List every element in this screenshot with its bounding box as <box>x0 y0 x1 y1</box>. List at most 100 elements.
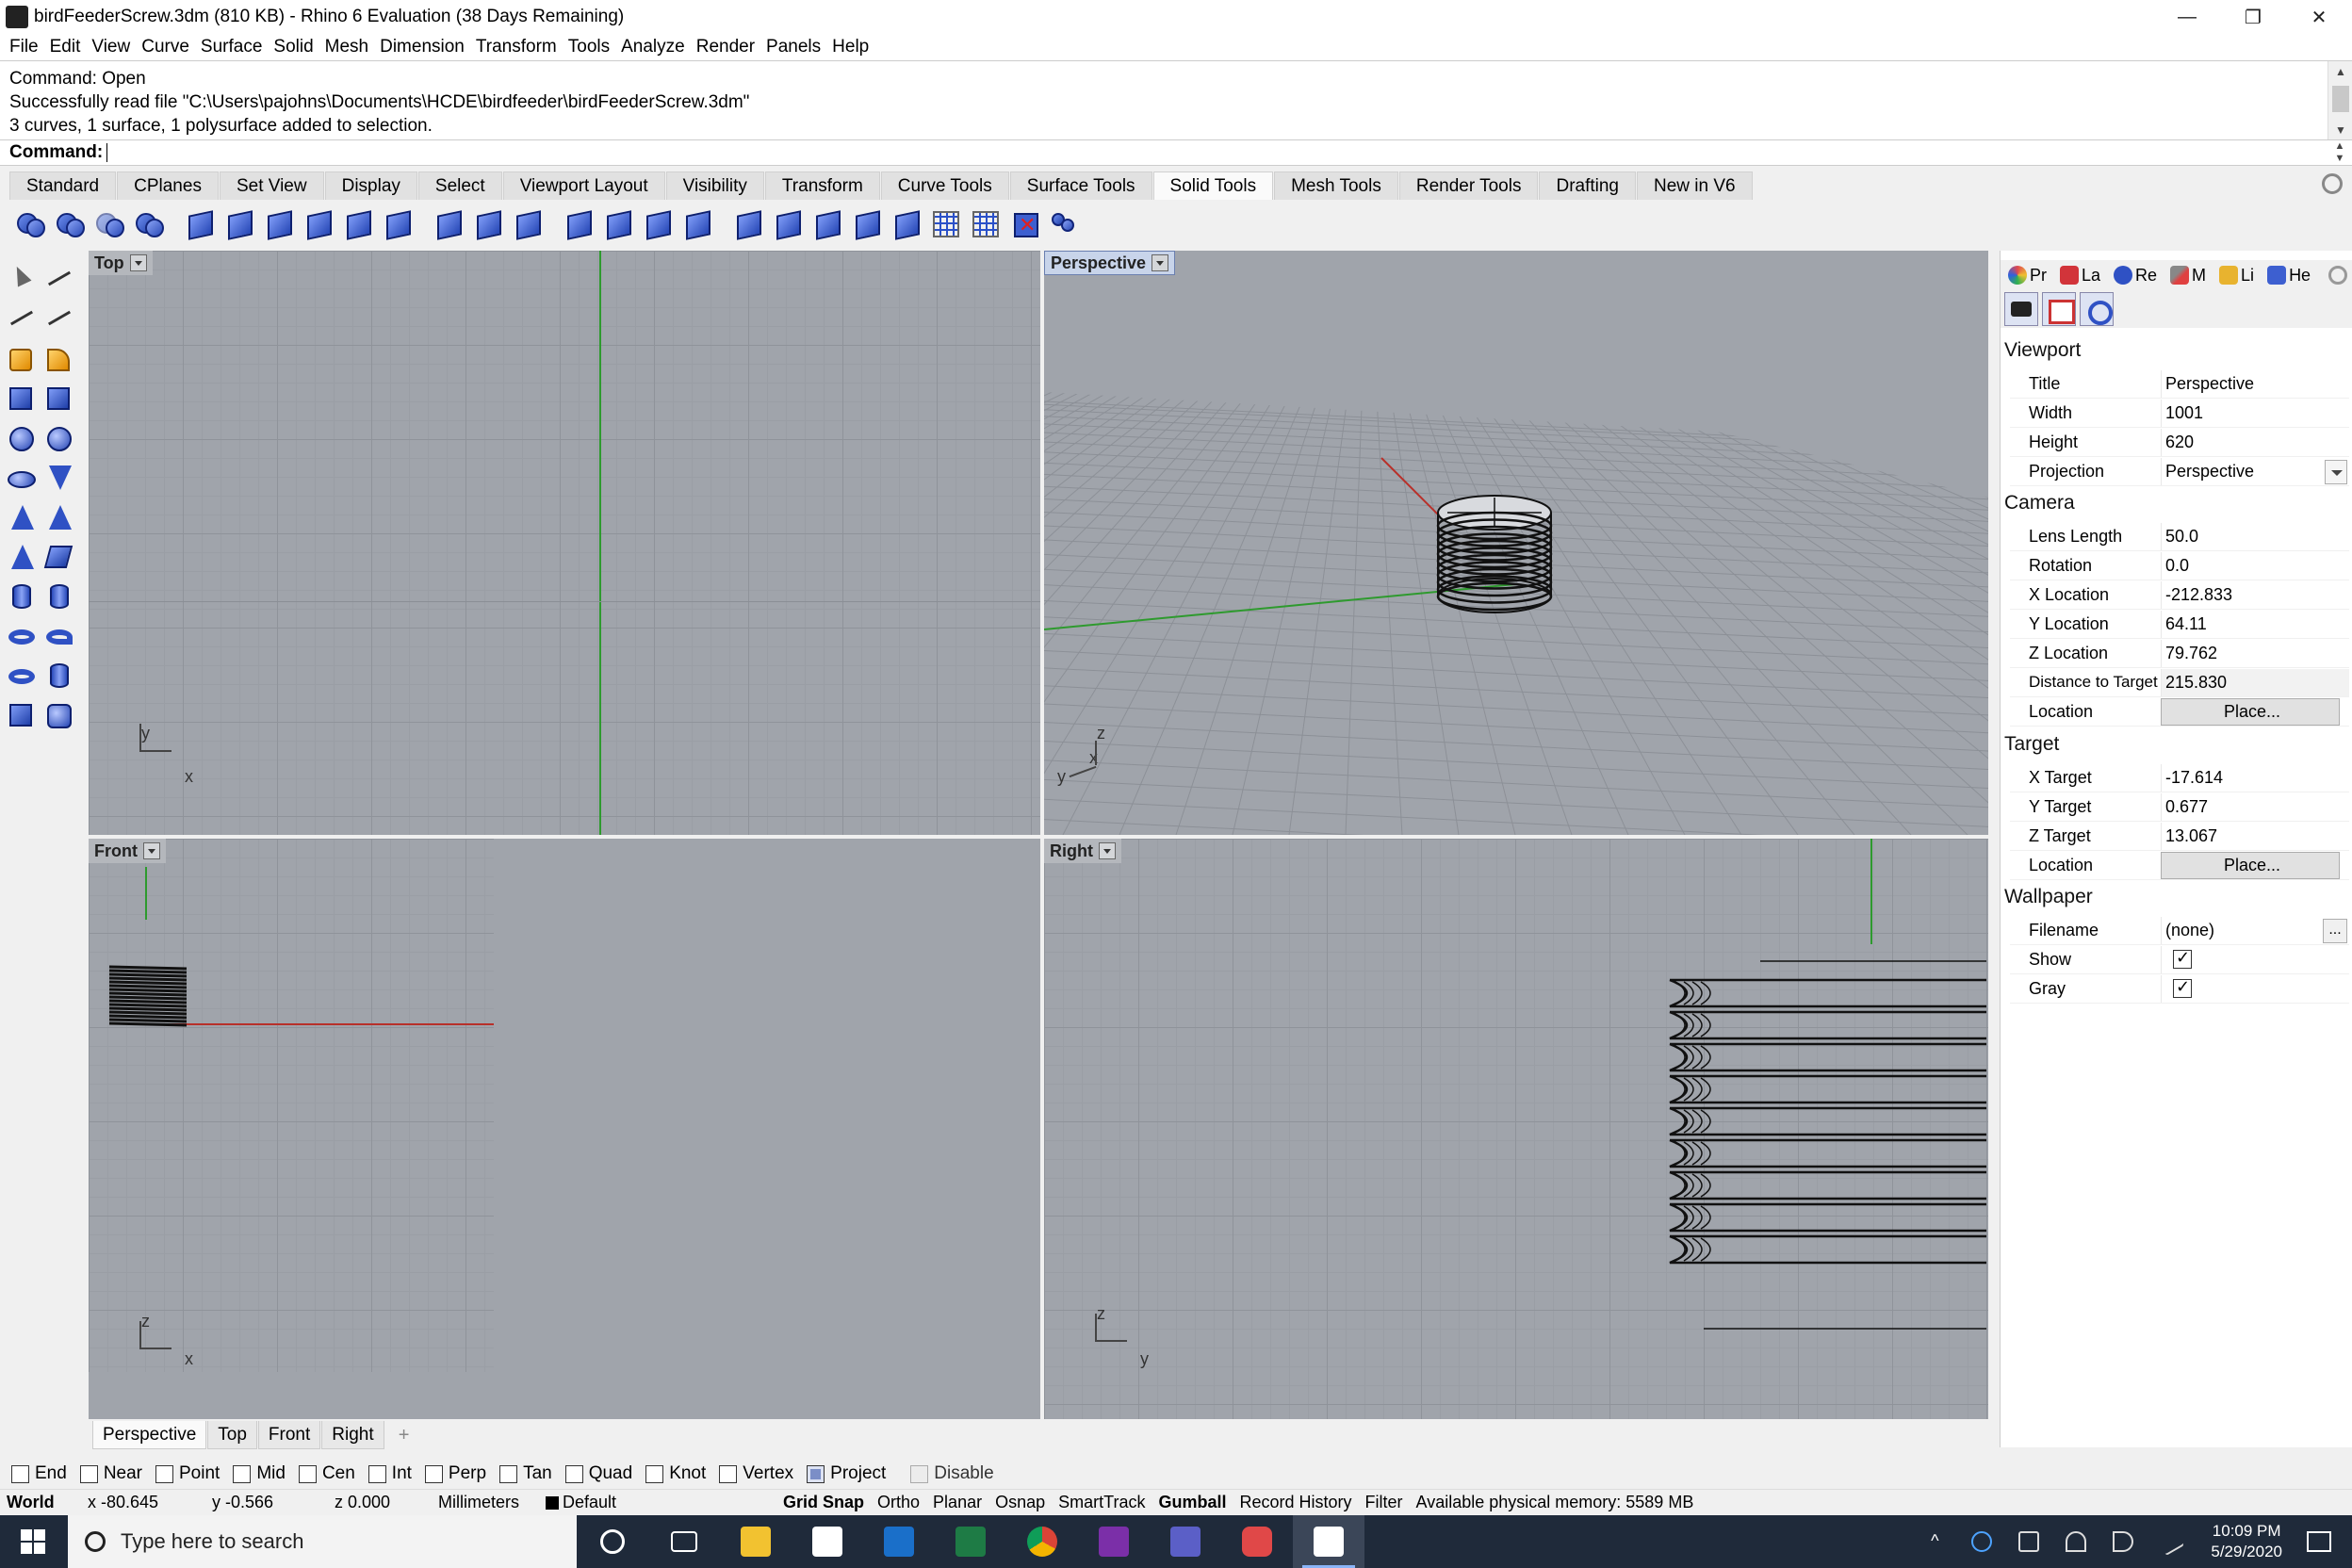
viewport-menu-dropdown-icon[interactable] <box>142 842 160 859</box>
osnap-tan[interactable]: Tan <box>499 1463 552 1484</box>
y-target-field[interactable]: 0.677 <box>2161 792 2349 821</box>
browse-button[interactable]: ... <box>2323 918 2347 943</box>
minimize-button[interactable]: — <box>2154 0 2220 34</box>
merge-faces-icon[interactable] <box>641 207 675 241</box>
grid-snap-toggle[interactable]: Grid Snap <box>776 1493 871 1512</box>
panel-tab-materials[interactable]: M <box>2166 266 2210 286</box>
shell-icon[interactable] <box>302 207 335 241</box>
osnap-cen[interactable]: Cen <box>298 1463 355 1484</box>
viewport-perspective-label[interactable]: Perspective <box>1044 251 1176 275</box>
menu-edit[interactable]: Edit <box>44 37 87 57</box>
cplane-indicator[interactable]: World <box>0 1493 81 1512</box>
cone-icon[interactable] <box>6 501 38 533</box>
tube-icon[interactable] <box>43 580 75 612</box>
close-button[interactable]: ✕ <box>2286 0 2352 34</box>
boolean-intersection-icon[interactable] <box>92 207 126 241</box>
start-button[interactable] <box>0 1515 68 1568</box>
tab-transform[interactable]: Transform <box>764 172 880 200</box>
projection-select[interactable]: Perspective <box>2161 457 2349 485</box>
menu-file[interactable]: File <box>4 37 44 57</box>
viewport-tab-top[interactable]: Top <box>207 1421 257 1449</box>
polyline-icon[interactable] <box>6 302 38 334</box>
mesh-grid-icon[interactable] <box>969 207 1003 241</box>
y-location-field[interactable]: 64.11 <box>2161 610 2349 638</box>
z-target-field[interactable]: 13.067 <box>2161 822 2349 850</box>
tab-display[interactable]: Display <box>324 172 417 200</box>
place-hole-icon[interactable] <box>771 207 805 241</box>
menu-tools[interactable]: Tools <box>563 37 615 57</box>
screw-model-perspective[interactable] <box>1429 486 1560 618</box>
menu-help[interactable]: Help <box>826 37 874 57</box>
file-explorer-icon[interactable] <box>720 1515 792 1568</box>
sphere-icon[interactable] <box>6 422 38 454</box>
select-points-icon[interactable] <box>43 262 75 294</box>
viewport-menu-dropdown-icon[interactable] <box>1152 254 1169 271</box>
menu-render[interactable]: Render <box>691 37 760 57</box>
menu-solid[interactable]: Solid <box>268 37 318 57</box>
pipe-icon[interactable] <box>43 620 75 652</box>
viewport-right-label[interactable]: Right <box>1044 839 1121 863</box>
filter-toggle[interactable]: Filter <box>1359 1493 1410 1512</box>
boolean-union-icon[interactable] <box>13 207 47 241</box>
tab-select[interactable]: Select <box>417 172 502 200</box>
tab-viewport-layout[interactable]: Viewport Layout <box>502 172 665 200</box>
osnap-point[interactable]: Point <box>155 1463 220 1484</box>
box-variant-icon[interactable] <box>43 383 75 415</box>
cylinder-icon[interactable] <box>6 580 38 612</box>
move-edge-icon[interactable] <box>471 207 505 241</box>
menu-analyze[interactable]: Analyze <box>615 37 691 57</box>
menu-panels[interactable]: Panels <box>760 37 826 57</box>
osnap-checkbox[interactable] <box>298 1464 317 1483</box>
osnap-near[interactable]: Near <box>79 1463 142 1484</box>
rhino-taskbar-icon[interactable] <box>1293 1515 1364 1568</box>
ortho-toggle[interactable]: Ortho <box>871 1493 926 1512</box>
show-checkbox[interactable] <box>2173 948 2192 969</box>
osnap-mid[interactable]: Mid <box>233 1463 286 1484</box>
fillet-edge-icon[interactable] <box>183 207 217 241</box>
chevron-down-icon[interactable] <box>2325 459 2347 484</box>
gumball-toggle[interactable]: Gumball <box>1152 1493 1233 1512</box>
tab-new-in-v6[interactable]: New in V6 <box>1637 172 1753 200</box>
panel-tab-libraries[interactable]: Li <box>2215 266 2258 286</box>
viewport-menu-dropdown-icon[interactable] <box>129 254 147 271</box>
osnap-checkbox[interactable] <box>499 1464 518 1483</box>
rotation-field[interactable]: 0.0 <box>2161 551 2349 580</box>
onenote-icon[interactable] <box>1078 1515 1150 1568</box>
x-target-field[interactable]: -17.614 <box>2161 763 2349 792</box>
more-solid-tools-icon[interactable] <box>1048 207 1082 241</box>
viewport-top[interactable]: Top y x <box>89 251 1040 835</box>
tab-drafting[interactable]: Drafting <box>1539 172 1636 200</box>
solid-tools-icon[interactable] <box>43 699 75 731</box>
command-line[interactable]: Command: ▲ ▼ <box>0 139 2352 166</box>
menu-view[interactable]: View <box>86 37 136 57</box>
paraboloid-icon[interactable] <box>43 462 75 494</box>
screw-model-front[interactable] <box>106 957 190 1033</box>
pyramid-icon[interactable] <box>6 541 38 573</box>
cap-planar-holes-icon[interactable] <box>341 207 375 241</box>
onedrive-icon[interactable] <box>1971 1531 1993 1552</box>
osnap-checkbox[interactable] <box>424 1464 443 1483</box>
layer-indicator[interactable]: Default <box>539 1493 776 1512</box>
offset-surface-icon[interactable] <box>262 207 296 241</box>
osnap-checkbox[interactable] <box>368 1464 386 1483</box>
osnap-end[interactable]: End <box>11 1463 67 1484</box>
teams-icon[interactable] <box>1150 1515 1221 1568</box>
osnap-quad[interactable]: Quad <box>564 1463 632 1484</box>
taskbar-search-box[interactable]: Type here to search <box>68 1515 577 1568</box>
gear-tool-icon[interactable] <box>6 343 38 375</box>
tab-visibility[interactable]: Visibility <box>665 172 764 200</box>
truncated-cone-icon[interactable] <box>43 501 75 533</box>
osnap-checkbox[interactable] <box>233 1464 252 1483</box>
box-icon[interactable] <box>6 383 38 415</box>
title-field[interactable]: Perspective <box>2161 369 2349 398</box>
osnap-checkbox[interactable] <box>564 1464 583 1483</box>
tab-solid-tools[interactable]: Solid Tools <box>1152 172 1274 200</box>
delete-hole-icon[interactable] <box>1008 207 1042 241</box>
menu-surface[interactable]: Surface <box>195 37 268 57</box>
osnap-vertex[interactable]: Vertex <box>719 1463 793 1484</box>
panel-settings-gear-icon[interactable] <box>2328 266 2347 285</box>
target-place-button[interactable]: Place... <box>2161 851 2340 879</box>
viewport-tab-perspective[interactable]: Perspective <box>92 1421 207 1449</box>
record-history-toggle[interactable]: Record History <box>1233 1493 1358 1512</box>
line-icon[interactable] <box>43 302 75 334</box>
